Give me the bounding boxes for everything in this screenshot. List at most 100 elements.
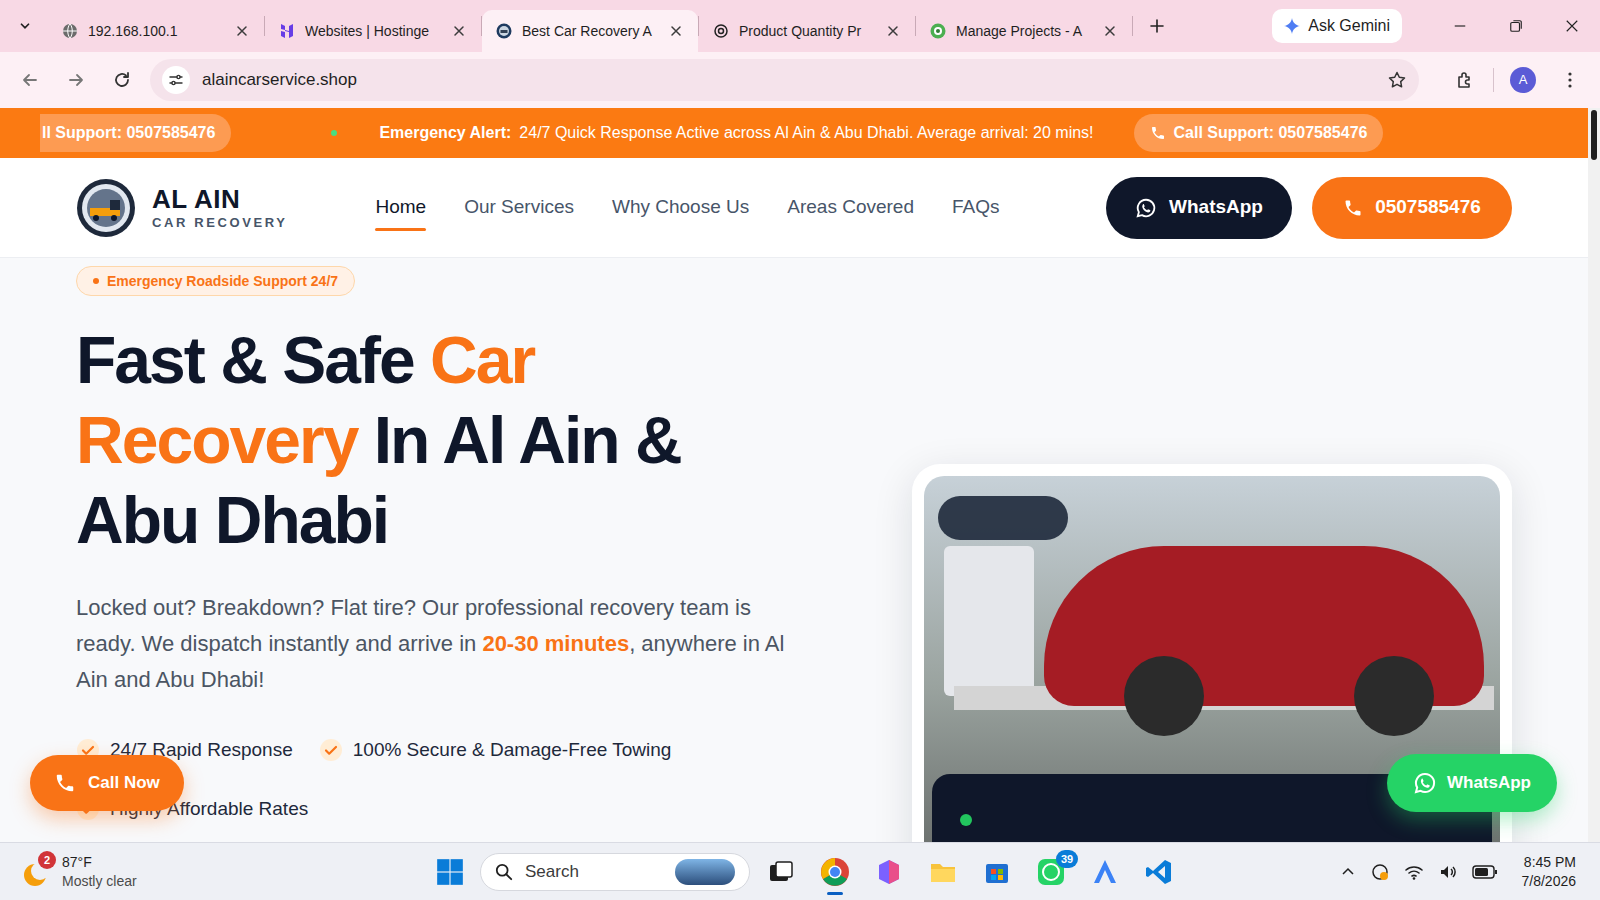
browser-tab[interactable]: Product Quantity Pr xyxy=(699,10,915,52)
file-explorer-app[interactable] xyxy=(920,849,966,895)
support-pill[interactable]: ll Support: 0507585476 xyxy=(40,114,231,152)
forward-button[interactable] xyxy=(58,62,94,98)
close-icon xyxy=(885,23,901,39)
status-dot xyxy=(960,814,972,826)
tab-label: Websites | Hostinge xyxy=(305,21,441,42)
arc-icon xyxy=(1090,857,1120,887)
browser-tab[interactable]: Manage Projects - A xyxy=(916,10,1132,52)
wifi-icon xyxy=(1404,862,1424,882)
store-app[interactable] xyxy=(974,849,1020,895)
scrollbar[interactable] xyxy=(1588,108,1600,842)
url-text[interactable]: alaincarservice.shop xyxy=(202,67,1375,93)
close-tab-button[interactable] xyxy=(234,23,250,39)
support-pill[interactable]: Call Support: 0507585476 xyxy=(1134,114,1384,152)
start-button[interactable] xyxy=(428,850,472,894)
phone-icon xyxy=(54,772,76,794)
brand-logo[interactable]: AL AINCAR RECOVERY xyxy=(76,178,287,238)
window-controls xyxy=(1432,6,1600,46)
scrollbar-thumb[interactable] xyxy=(1591,110,1597,160)
tab-search-button[interactable] xyxy=(10,6,40,46)
nav-link[interactable]: Home xyxy=(375,184,426,231)
wheel-shape xyxy=(1354,656,1434,736)
brand-tagline: CAR RECOVERY xyxy=(152,214,287,232)
headline-segment: Abu Dhabi xyxy=(76,483,388,557)
vscode-app[interactable] xyxy=(1136,849,1182,895)
browser-tab[interactable]: Best Car Recovery A xyxy=(482,10,698,52)
nav-link[interactable]: FAQs xyxy=(952,184,1000,231)
weather-text: 87°FMostly clear xyxy=(62,853,137,891)
nav-link[interactable]: Why Choose Us xyxy=(612,184,749,231)
close-tab-button[interactable] xyxy=(668,23,684,39)
m365-app[interactable] xyxy=(866,849,912,895)
reload-button[interactable] xyxy=(104,62,140,98)
whatsapp-app[interactable]: 39 xyxy=(1028,849,1074,895)
minimize-button[interactable] xyxy=(1432,6,1488,46)
site-header: AL AINCAR RECOVERY Home Our Services Why Ch… xyxy=(0,158,1588,258)
menu-button[interactable] xyxy=(1552,62,1588,98)
weather-description: Mostly clear xyxy=(62,872,137,891)
weather-badge: 2 xyxy=(38,851,56,869)
gemini-icon xyxy=(1284,18,1300,34)
close-tab-button[interactable] xyxy=(451,23,467,39)
close-tab-button[interactable] xyxy=(1102,23,1118,39)
profile-initial: A xyxy=(1519,70,1528,90)
nav-label: FAQs xyxy=(952,193,1000,222)
profile-button[interactable]: A xyxy=(1510,67,1536,93)
new-tab-button[interactable] xyxy=(1141,10,1173,42)
wheel-shape xyxy=(1124,656,1204,736)
store-icon xyxy=(982,857,1012,887)
close-window-button[interactable] xyxy=(1544,6,1600,46)
active-indicator xyxy=(827,892,843,895)
tab-separator xyxy=(264,16,265,36)
restore-button[interactable] xyxy=(1488,6,1544,46)
headline-line: Recovery In Al Ain & xyxy=(76,400,681,480)
headline-line: Abu Dhabi xyxy=(76,480,681,560)
browser-tab[interactable]: 192.168.100.1 xyxy=(48,10,264,52)
hero-description: Locked out? Breakdown? Flat tire? Our pr… xyxy=(76,590,816,698)
arc-app[interactable] xyxy=(1082,849,1128,895)
browser-tab[interactable]: Websites | Hostinge xyxy=(265,10,481,52)
chevron-down-icon xyxy=(18,19,32,33)
chrome-app[interactable] xyxy=(812,849,858,895)
badge-dot xyxy=(93,278,99,284)
clock[interactable]: 8:45 PM7/8/2026 xyxy=(1522,853,1577,891)
back-button[interactable] xyxy=(12,62,48,98)
headline-segment: Recovery xyxy=(76,403,357,477)
taskbar-search[interactable]: Search xyxy=(480,853,750,891)
main-nav: Home Our Services Why Choose Us Areas Cover… xyxy=(375,184,999,231)
forward-arrow-icon xyxy=(66,70,86,90)
task-view-app[interactable] xyxy=(758,849,804,895)
search-highlight-image xyxy=(675,859,735,885)
support-text: Call Support: 0507585476 xyxy=(1174,121,1368,145)
nav-link[interactable]: Areas Covered xyxy=(787,184,914,231)
truck-cab-shape xyxy=(944,546,1034,696)
address-bar[interactable]: alaincarservice.shop xyxy=(150,59,1419,101)
back-arrow-icon xyxy=(20,70,40,90)
fleet-badge xyxy=(938,496,1068,540)
site-info-button[interactable] xyxy=(162,66,190,94)
nav-underline xyxy=(952,228,1000,231)
logo-emblem-icon xyxy=(76,178,136,238)
page-viewport: ll Support: 0507585476Emergency Alert:24… xyxy=(0,108,1600,842)
m365-icon xyxy=(874,857,904,887)
weather-widget[interactable]: 2 87°FMostly clear xyxy=(18,853,218,891)
whatsapp-label: WhatsApp xyxy=(1169,193,1263,222)
plus-icon xyxy=(1149,18,1165,34)
ask-gemini-button[interactable]: Ask Gemini xyxy=(1272,9,1402,43)
headline-segment: Car xyxy=(430,323,534,397)
vscode-icon xyxy=(1144,857,1174,887)
floating-whatsapp-button[interactable]: WhatsApp xyxy=(1387,754,1557,812)
phone-button[interactable]: 0507585476 xyxy=(1312,177,1512,239)
close-icon xyxy=(1565,19,1579,33)
close-tab-button[interactable] xyxy=(885,23,901,39)
whatsapp-button[interactable]: WhatsApp xyxy=(1106,177,1292,239)
search-placeholder[interactable]: Search xyxy=(525,859,663,885)
extensions-button[interactable] xyxy=(1447,62,1483,98)
announcement-bar: ll Support: 0507585476Emergency Alert:24… xyxy=(0,108,1588,158)
reload-icon xyxy=(112,70,132,90)
nav-link[interactable]: Our Services xyxy=(464,184,574,231)
restore-icon xyxy=(1509,19,1523,33)
web-page: ll Support: 0507585476Emergency Alert:24… xyxy=(0,108,1588,842)
call-now-button[interactable]: Call Now xyxy=(30,755,184,811)
clock-date: 7/8/2026 xyxy=(1522,872,1577,891)
